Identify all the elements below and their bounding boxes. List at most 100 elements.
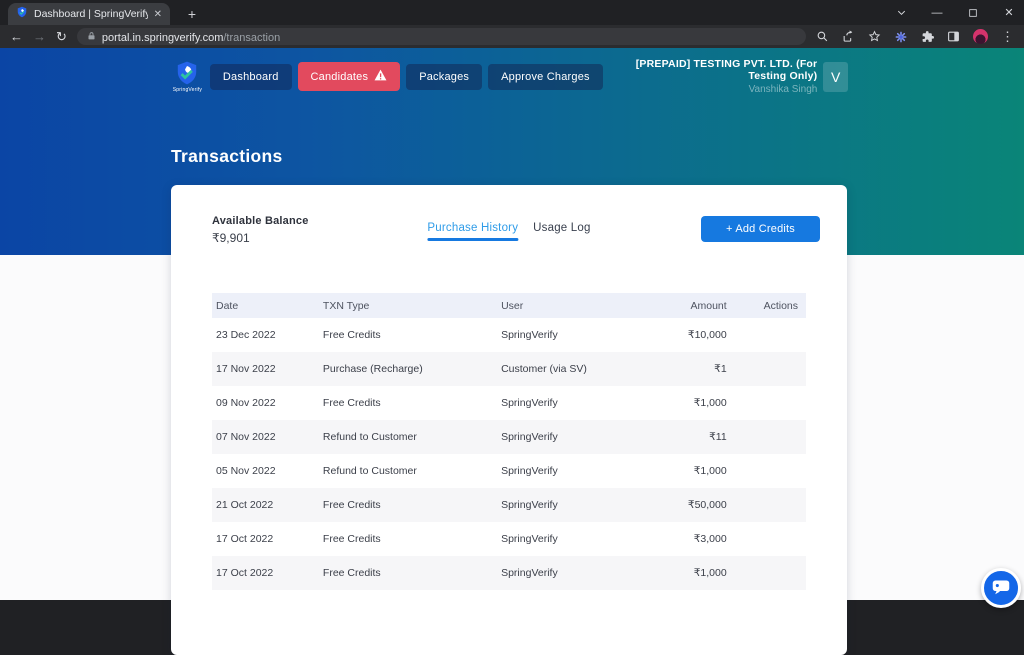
brand-label: SpringVerify [173,87,202,93]
cell-amount: ₹1,000 [652,386,735,420]
window-maximize-icon[interactable] [966,8,980,18]
warning-triangle-icon [374,69,387,84]
column-header-actions: Actions [735,293,806,318]
reload-icon[interactable]: ↻ [56,30,67,43]
table-row: 07 Nov 2022Refund to CustomerSpringVerif… [212,420,806,454]
add-credits-button[interactable]: + Add Credits [701,216,820,242]
cell-amount: ₹1 [652,352,735,386]
cell-amount: ₹3,000 [652,522,735,556]
browser-toolbar: ← → ↻ portal.in.springverify.com/transac… [0,25,1024,48]
page-title: Transactions [171,146,283,167]
cell-date: 07 Nov 2022 [212,420,319,454]
extension-flower-icon[interactable] [894,30,908,44]
cell-date: 05 Nov 2022 [212,454,319,488]
cell-actions [735,386,806,420]
window-minimize-icon[interactable]: — [930,7,944,19]
table-row: 23 Dec 2022Free CreditsSpringVerify₹10,0… [212,318,806,352]
table-row: 09 Nov 2022Free CreditsSpringVerify₹1,00… [212,386,806,420]
cell-user: SpringVerify [497,420,651,454]
tab-usage-log[interactable]: Usage Log [533,222,590,241]
account-info: [PREPAID] TESTING PVT. LTD. (For Testing… [609,58,818,95]
table-row: 17 Oct 2022Free CreditsSpringVerify₹3,00… [212,522,806,556]
forward-icon[interactable]: → [33,30,46,43]
table-row: 17 Nov 2022Purchase (Recharge)Customer (… [212,352,806,386]
cell-actions [735,556,806,590]
column-header-txn-type: TXN Type [319,293,497,318]
cell-amount: ₹1,000 [652,454,735,488]
cell-actions [735,454,806,488]
balance-label: Available Balance [212,215,309,227]
cell-txn-type: Free Credits [319,556,497,590]
cell-date: 17 Nov 2022 [212,352,319,386]
cell-amount: ₹11 [652,420,735,454]
window-close-icon[interactable]: ✕ [1002,6,1016,19]
transactions-card: Available Balance ₹9,901 Purchase Histor… [171,185,847,655]
table-row: 21 Oct 2022Free CreditsSpringVerify₹50,0… [212,488,806,522]
cell-user: SpringVerify [497,522,651,556]
page-body: SpringVerify Dashboard Candidates Packag… [0,48,1024,600]
available-balance: Available Balance ₹9,901 [212,215,309,245]
nav-approve-charges-button[interactable]: Approve Charges [488,64,603,90]
address-bar[interactable]: portal.in.springverify.com/transaction [77,28,806,45]
cell-user: SpringVerify [497,488,651,522]
tab-purchase-history[interactable]: Purchase History [427,222,518,241]
cell-actions [735,420,806,454]
favicon-shield-icon [16,5,28,23]
cell-txn-type: Free Credits [319,522,497,556]
browser-tab[interactable]: Dashboard | SpringVerify ✕ [8,3,170,25]
history-tabs: Purchase History Usage Log [427,222,590,241]
cell-user: Customer (via SV) [497,352,651,386]
tab-title: Dashboard | SpringVerify [34,8,148,20]
cell-date: 09 Nov 2022 [212,386,319,420]
app-navbar: SpringVerify Dashboard Candidates Packag… [171,58,848,95]
share-icon[interactable] [842,30,855,43]
cell-amount: ₹10,000 [652,318,735,352]
table-header-row: DateTXN TypeUserAmountActions [212,293,806,318]
side-panel-icon[interactable] [947,30,960,43]
tab-close-icon[interactable]: ✕ [154,9,162,20]
company-name: [PREPAID] TESTING PVT. LTD. (For Testing… [609,58,818,82]
column-header-date: Date [212,293,319,318]
back-icon[interactable]: ← [10,30,23,43]
nav-packages-button[interactable]: Packages [406,64,482,90]
user-avatar[interactable]: V [823,62,848,92]
cell-amount: ₹50,000 [652,488,735,522]
balance-value: ₹9,901 [212,231,309,245]
bookmark-star-icon[interactable] [868,30,881,43]
browser-titlebar: Dashboard | SpringVerify ✕ + — ✕ [0,0,1024,25]
cell-txn-type: Refund to Customer [319,420,497,454]
url-domain: portal.in.springverify.com [102,32,223,44]
table-row: 05 Nov 2022Refund to CustomerSpringVerif… [212,454,806,488]
lock-icon [87,28,96,46]
cell-txn-type: Purchase (Recharge) [319,352,497,386]
nav-candidates-button[interactable]: Candidates [298,62,401,91]
column-header-user: User [497,293,651,318]
user-name: Vanshika Singh [609,84,818,95]
springverify-logo[interactable]: SpringVerify [171,60,204,93]
cell-user: SpringVerify [497,556,651,590]
transactions-table: DateTXN TypeUserAmountActions 23 Dec 202… [212,293,806,590]
cell-date: 17 Oct 2022 [212,522,319,556]
tab-search-chevron-icon[interactable] [894,7,908,18]
chat-bubble-icon [990,575,1012,602]
cell-txn-type: Free Credits [319,386,497,420]
cell-date: 23 Dec 2022 [212,318,319,352]
table-body: 23 Dec 2022Free CreditsSpringVerify₹10,0… [212,318,806,590]
cell-txn-type: Free Credits [319,488,497,522]
new-tab-button[interactable]: + [182,4,202,24]
table-row: 17 Oct 2022Free CreditsSpringVerify₹1,00… [212,556,806,590]
extensions-puzzle-icon[interactable] [921,30,934,43]
nav-dashboard-button[interactable]: Dashboard [210,64,292,90]
cell-user: SpringVerify [497,386,651,420]
cell-user: SpringVerify [497,318,651,352]
cell-date: 21 Oct 2022 [212,488,319,522]
chat-widget-button[interactable] [981,568,1021,608]
cell-txn-type: Free Credits [319,318,497,352]
cell-amount: ₹1,000 [652,556,735,590]
cell-actions [735,488,806,522]
browser-profile-avatar[interactable] [973,29,988,44]
cell-actions [735,522,806,556]
browser-menu-kebab-icon[interactable]: ⋮ [1001,29,1014,45]
search-icon[interactable] [816,30,829,43]
cell-actions [735,352,806,386]
